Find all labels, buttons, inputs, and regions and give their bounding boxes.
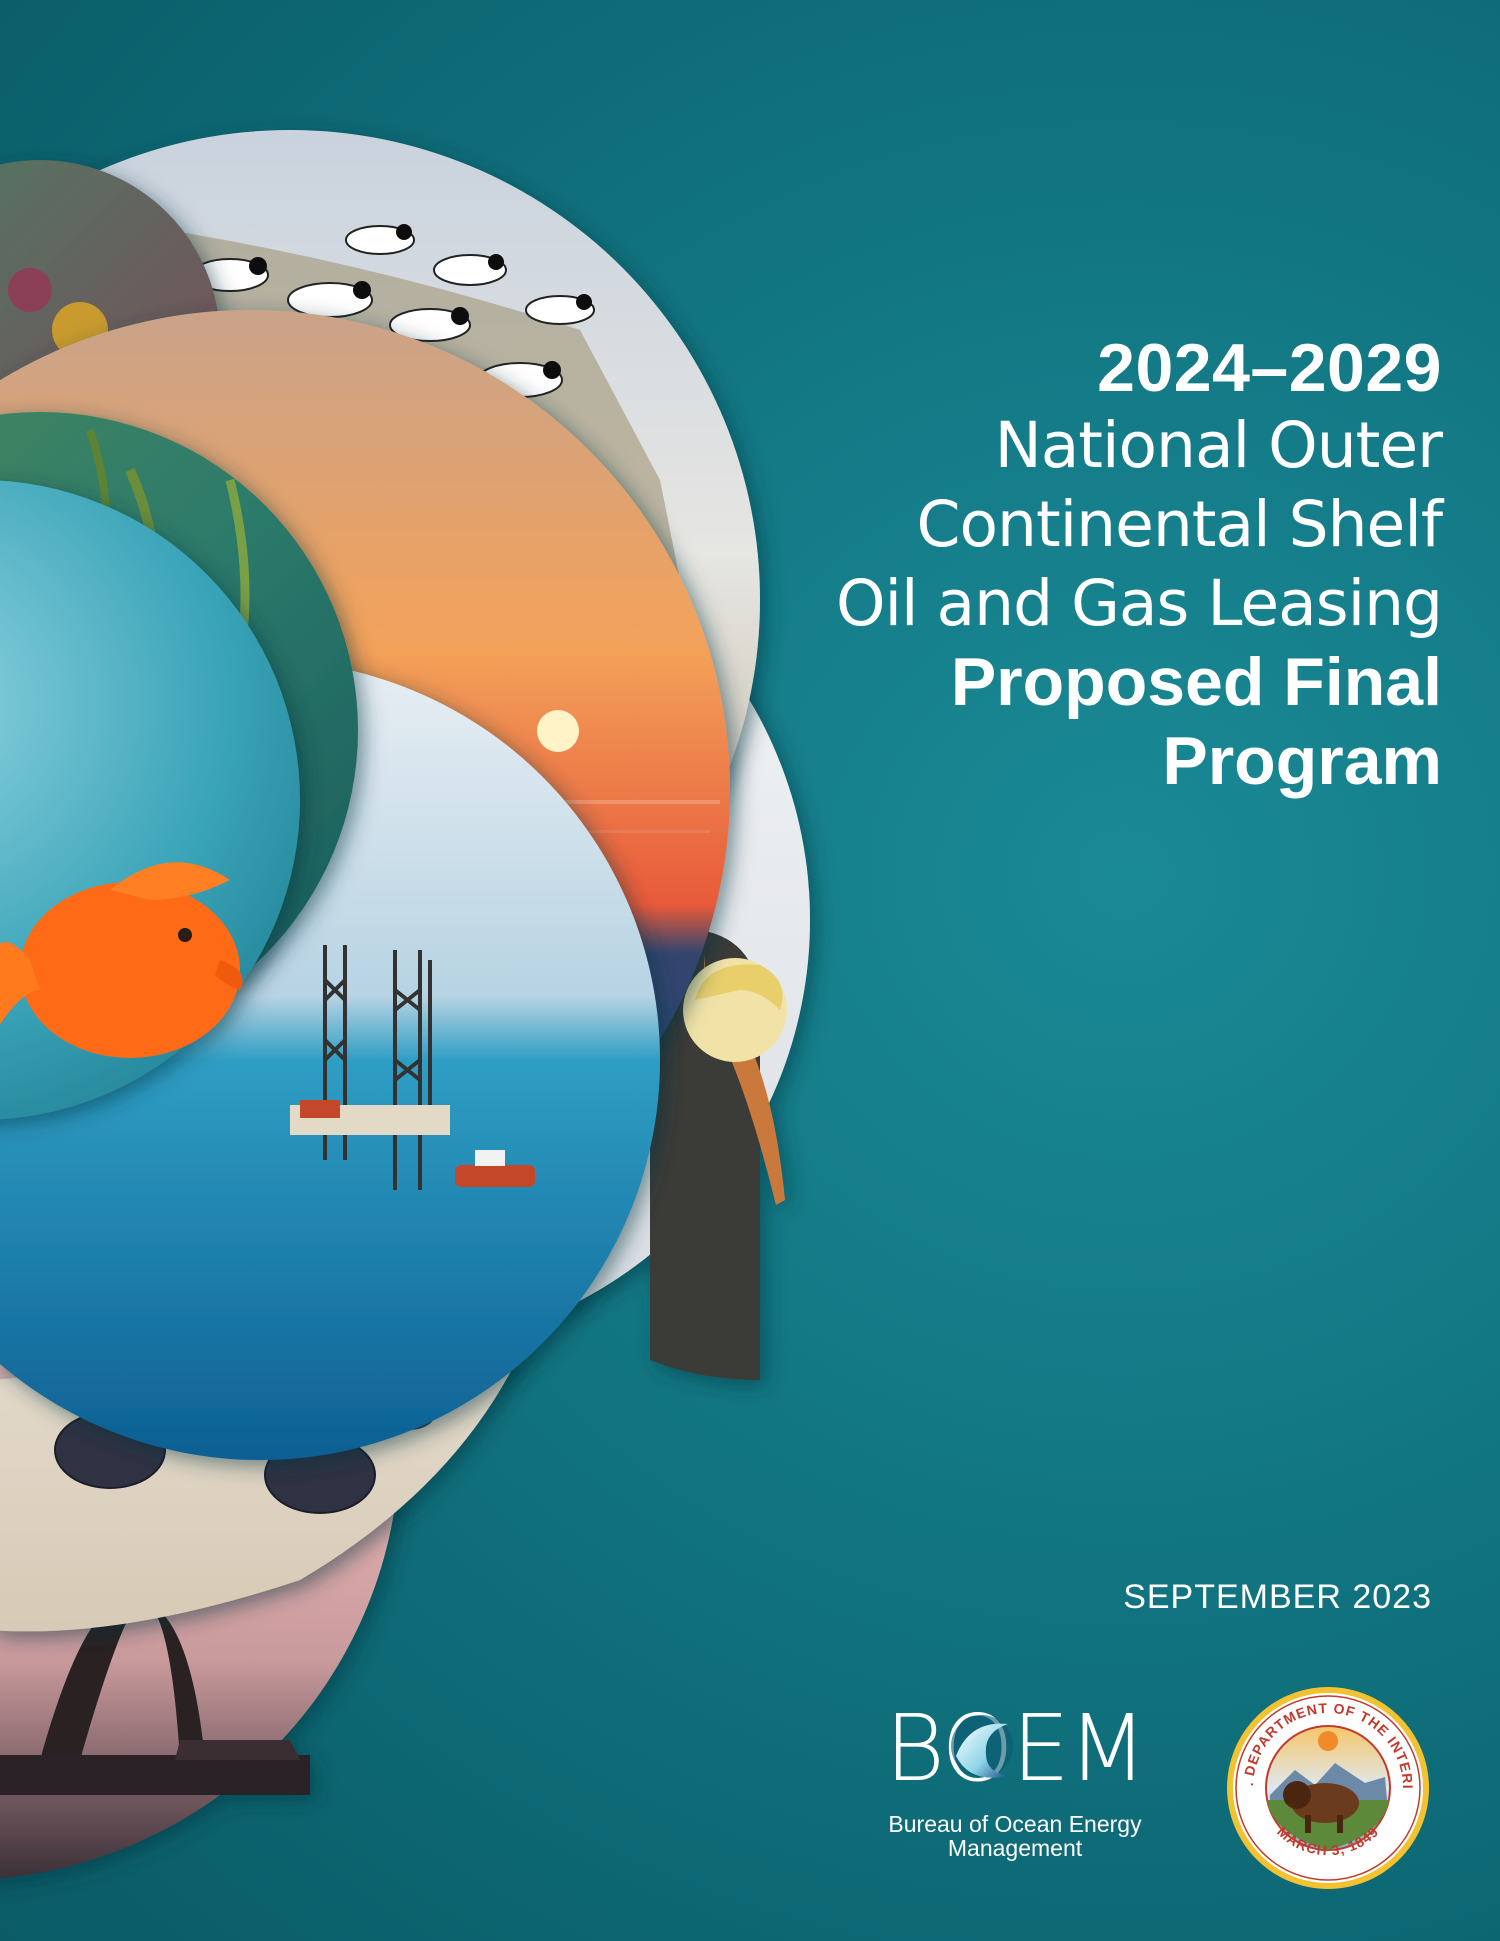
boem-full-name-line-2: Management xyxy=(947,1835,1083,1861)
photo-collage xyxy=(0,130,810,1879)
boem-wordmark-text: BOEM xyxy=(885,1695,1146,1794)
boem-full-name-line-1: Bureau of Ocean Energy xyxy=(888,1811,1142,1837)
publication-date: SEPTEMBER 2023 xyxy=(1123,1578,1432,1616)
report-cover: 2024–2029 National Outer Continental She… xyxy=(0,0,1500,1941)
title-line-1: National Outer xyxy=(994,409,1443,482)
interior-department-seal: U.S. DEPARTMENT OF THE INTERIOR MARCH 3,… xyxy=(1225,1685,1429,1889)
title-line-4: Proposed Final xyxy=(950,644,1442,720)
title-line-3: Oil and Gas Leasing xyxy=(835,567,1443,640)
title-line-5: Program xyxy=(1162,723,1442,799)
report-title: 2024–2029 National Outer Continental She… xyxy=(802,330,1443,801)
boem-logo: BOEM Bureau of Ocean Energy Management xyxy=(860,1695,1170,1860)
title-line-2: Continental Shelf xyxy=(916,488,1443,561)
boem-full-name: Bureau of Ocean Energy Management xyxy=(860,1812,1170,1860)
boem-wordmark: BOEM xyxy=(885,1695,1148,1794)
title-years: 2024–2029 xyxy=(1097,330,1442,406)
